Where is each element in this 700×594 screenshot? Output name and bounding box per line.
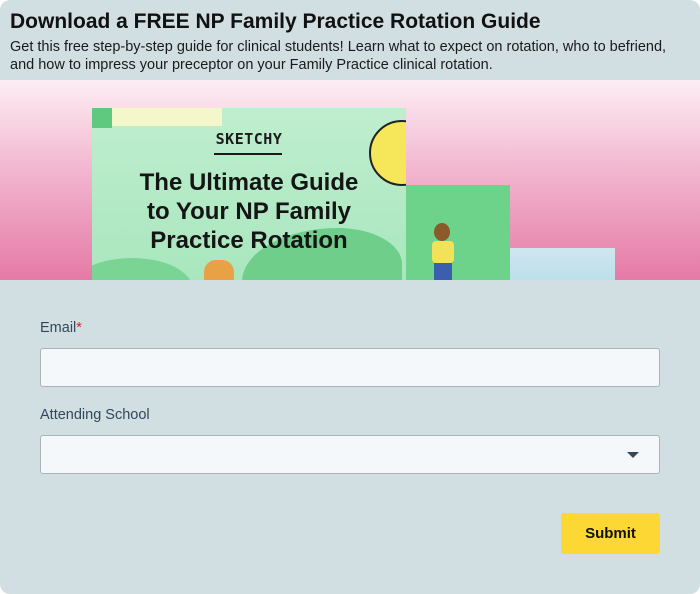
person-illustration-body <box>432 241 454 263</box>
giraffe-illustration <box>204 260 234 280</box>
email-label-text: Email <box>40 320 77 336</box>
page-subtitle: Get this free step-by-step guide for cli… <box>10 39 667 73</box>
submit-button[interactable]: Submit <box>561 513 660 554</box>
cover-brand-underline <box>214 153 282 155</box>
chevron-down-icon[interactable] <box>627 452 639 458</box>
hill-illustration-left <box>92 258 192 280</box>
cover-title-line: The Ultimate Guide <box>139 169 359 196</box>
guide-banner-image: SKETCHY The Ultimate Guide to Your NP Fa… <box>0 80 700 280</box>
cover-title-line: to Your NP Family <box>146 198 352 225</box>
page-title: Download a FREE NP Family Practice Rotat… <box>10 10 541 33</box>
person-illustration-head <box>434 223 450 241</box>
cover-title-line: Practice Rotation <box>150 227 348 254</box>
email-field[interactable] <box>40 348 660 387</box>
email-label: Email* <box>40 320 660 337</box>
guide-cover: SKETCHY The Ultimate Guide to Your NP Fa… <box>92 108 406 280</box>
cover-header-strip <box>112 108 222 126</box>
cover-title: The Ultimate Guide to Your NP Family Pra… <box>106 168 392 255</box>
cover-brand: SKETCHY <box>215 130 283 148</box>
download-form-card: Download a FREE NP Family Practice Rotat… <box>0 0 700 594</box>
person-illustration-legs <box>434 263 452 280</box>
sketchy-logo-icon <box>92 108 112 128</box>
school-label: Attending School <box>40 407 150 423</box>
guide-page-preview-2 <box>510 248 615 280</box>
required-marker: * <box>76 320 82 336</box>
guide-page-preview <box>406 185 510 280</box>
signup-form: Email* Attending School <box>40 320 660 474</box>
form-header: Download a FREE NP Family Practice Rotat… <box>0 0 700 73</box>
attending-school-select[interactable] <box>40 435 660 474</box>
